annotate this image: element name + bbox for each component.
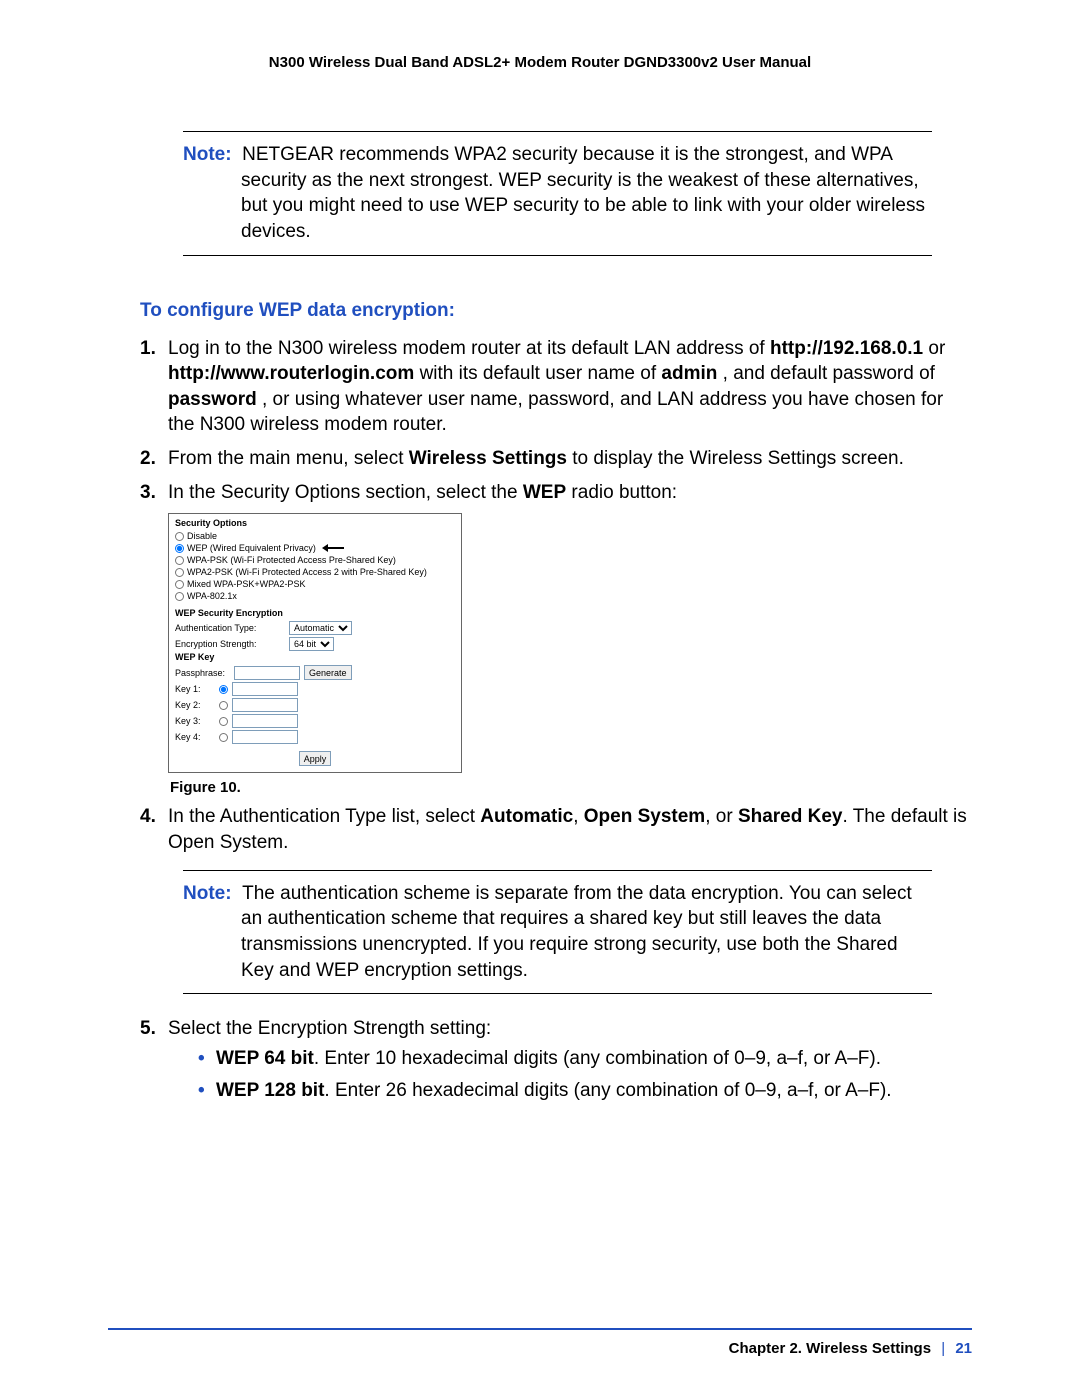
key2-radio[interactable] [219, 701, 228, 710]
enc-strength-label: Encryption Strength: [175, 639, 285, 649]
step-number: 1. [140, 336, 168, 439]
key2-label: Key 2: [175, 700, 215, 710]
auth-type-select[interactable]: Automatic [289, 621, 352, 635]
footer-divider: | [935, 1340, 951, 1357]
panel-title: Security Options [175, 518, 455, 528]
passphrase-label: Passphrase: [175, 668, 230, 678]
step-text: In the Security Options section, select … [168, 480, 972, 506]
key4-radio[interactable] [219, 733, 228, 742]
opt-label: WEP (Wired Equivalent Privacy) [187, 543, 316, 553]
step-text: Select the Encryption Strength setting: … [168, 1016, 972, 1109]
steps-list: 1. Log in to the N300 wireless modem rou… [140, 336, 972, 506]
note-text: The authentication scheme is separate fr… [241, 883, 912, 981]
enc-strength-select[interactable]: 64 bit [289, 637, 334, 651]
list-item: WEP 128 bit. Enter 26 hexadecimal digits… [198, 1078, 972, 1104]
footer-page: 21 [955, 1340, 972, 1357]
opt-wpapsk-radio[interactable] [175, 556, 184, 565]
section-heading: To configure WEP data encryption: [140, 300, 972, 322]
key3-input[interactable] [232, 714, 298, 728]
note-block-1: Note: NETGEAR recommends WPA2 security b… [183, 131, 932, 256]
key1-label: Key 1: [175, 684, 215, 694]
key4-label: Key 4: [175, 732, 215, 742]
figure: Security Options Disable WEP (Wired Equi… [168, 513, 972, 796]
step-number: 4. [140, 804, 168, 855]
step-text: From the main menu, select Wireless Sett… [168, 446, 972, 472]
opt-label: WPA-PSK (Wi-Fi Protected Access Pre-Shar… [187, 555, 396, 565]
running-header: N300 Wireless Dual Band ADSL2+ Modem Rou… [108, 54, 972, 71]
key4-input[interactable] [232, 730, 298, 744]
key1-radio[interactable] [219, 685, 228, 694]
opt-wep-radio[interactable] [175, 544, 184, 553]
step-number: 2. [140, 446, 168, 472]
auth-type-label: Authentication Type: [175, 623, 285, 633]
list-item: WEP 64 bit. Enter 10 hexadecimal digits … [198, 1046, 972, 1072]
note-lead: Note: [183, 144, 232, 165]
key3-radio[interactable] [219, 717, 228, 726]
opt-label: Mixed WPA-PSK+WPA2-PSK [187, 579, 305, 589]
step-text: Log in to the N300 wireless modem router… [168, 336, 972, 439]
steps-list-cont2: 5. Select the Encryption Strength settin… [140, 1016, 972, 1109]
generate-button[interactable]: Generate [304, 665, 352, 680]
key1-input[interactable] [232, 682, 298, 696]
opt-wpa2psk-radio[interactable] [175, 568, 184, 577]
step-text: In the Authentication Type list, select … [168, 804, 972, 855]
note-lead: Note: [183, 883, 232, 904]
note-text: NETGEAR recommends WPA2 security because… [241, 144, 925, 242]
bullet-list: WEP 64 bit. Enter 10 hexadecimal digits … [168, 1046, 972, 1103]
steps-list-cont: 4. In the Authentication Type list, sele… [140, 804, 972, 855]
apply-button[interactable]: Apply [299, 751, 332, 766]
figure-caption: Figure 10. [170, 779, 972, 796]
passphrase-input[interactable] [234, 666, 300, 680]
key3-label: Key 3: [175, 716, 215, 726]
opt-disable-radio[interactable] [175, 532, 184, 541]
arrow-icon [322, 544, 344, 552]
note-block-2: Note: The authentication scheme is separ… [183, 870, 932, 995]
wep-section-title: WEP Security Encryption [175, 608, 455, 618]
opt-mixed-radio[interactable] [175, 580, 184, 589]
step-number: 5. [140, 1016, 168, 1109]
step-number: 3. [140, 480, 168, 506]
page-footer: Chapter 2. Wireless Settings | 21 [108, 1328, 972, 1357]
wep-key-label: WEP Key [175, 652, 455, 662]
key2-input[interactable] [232, 698, 298, 712]
security-options-panel: Security Options Disable WEP (Wired Equi… [168, 513, 462, 773]
opt-label: Disable [187, 531, 217, 541]
opt-label: WPA2-PSK (Wi-Fi Protected Access 2 with … [187, 567, 427, 577]
footer-chapter: Chapter 2. Wireless Settings [729, 1340, 931, 1357]
opt-label: WPA-802.1x [187, 591, 237, 601]
opt-wpa8021x-radio[interactable] [175, 592, 184, 601]
